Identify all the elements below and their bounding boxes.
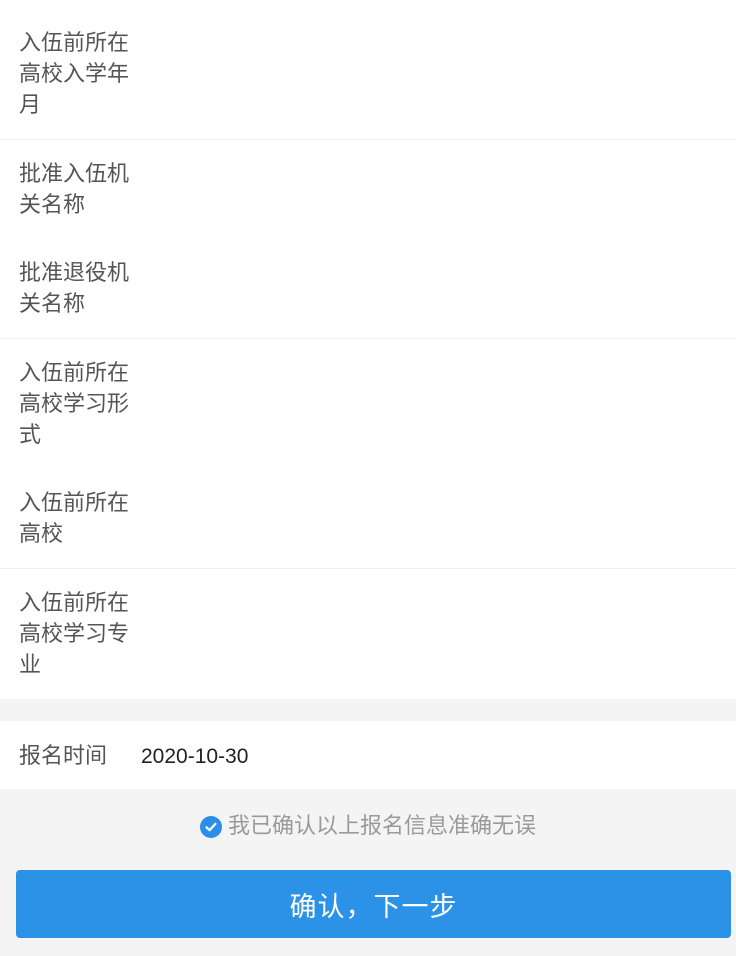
field-row-enrollment-date[interactable]: 入伍前所在高校入学年月 bbox=[0, 0, 736, 139]
field-label: 入伍前所在高校学习专业 bbox=[19, 591, 130, 678]
field-label: 入伍前所在高校入学年月 bbox=[19, 31, 130, 118]
field-row-enlistment-authority[interactable]: 批准入伍机关名称 bbox=[0, 140, 736, 239]
registration-time-row: 报名时间 2020-10-30 bbox=[0, 721, 736, 789]
field-label: 入伍前所在高校学习形式 bbox=[19, 361, 130, 448]
confirmation-checkbox[interactable]: 我已确认以上报名信息准确无误 bbox=[0, 811, 736, 843]
form-list: 入伍前所在高校入学年月 批准入伍机关名称 批准退役机关名称 入伍前所在高校学习形… bbox=[0, 0, 736, 699]
field-row-study-form[interactable]: 入伍前所在高校学习形式 bbox=[0, 339, 736, 469]
confirm-next-button[interactable]: 确认，下一步 bbox=[16, 870, 731, 938]
field-row-discharge-authority[interactable]: 批准退役机关名称 bbox=[0, 239, 736, 338]
confirmation-text: 我已确认以上报名信息准确无误 bbox=[227, 814, 536, 839]
field-label: 批准入伍机关名称 bbox=[19, 162, 130, 218]
registration-time-label: 报名时间 bbox=[19, 744, 108, 769]
field-label: 批准退役机关名称 bbox=[19, 261, 130, 317]
field-row-major[interactable]: 入伍前所在高校学习专业 bbox=[0, 569, 736, 699]
check-circle-icon[interactable] bbox=[199, 816, 222, 838]
field-row-university[interactable]: 入伍前所在高校 bbox=[0, 469, 736, 568]
registration-time-value: 2020-10-30 bbox=[141, 745, 249, 768]
field-label: 入伍前所在高校 bbox=[19, 491, 130, 547]
